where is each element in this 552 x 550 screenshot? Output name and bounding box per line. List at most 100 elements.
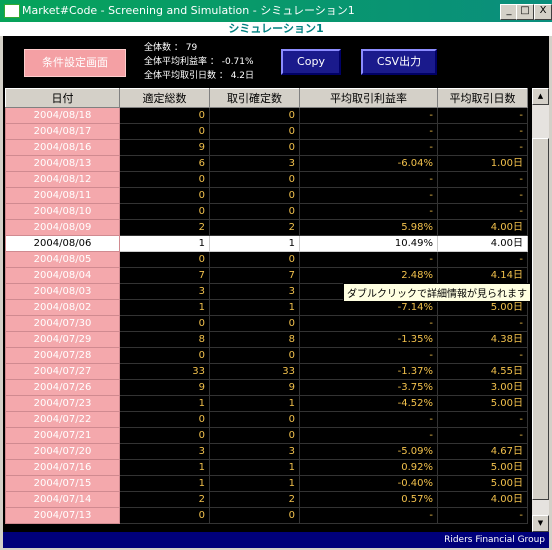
value-cell[interactable]: 1 bbox=[119, 395, 210, 412]
column-header[interactable]: 適定総数 bbox=[119, 88, 210, 108]
value-cell[interactable]: - bbox=[299, 251, 438, 268]
date-cell[interactable]: 2004/07/14 bbox=[5, 491, 120, 508]
title-bar[interactable]: Market#Code - Screening and Simulation -… bbox=[0, 0, 552, 22]
value-cell[interactable]: - bbox=[437, 347, 528, 364]
date-cell[interactable]: 2004/07/29 bbox=[5, 331, 120, 348]
value-cell[interactable]: 0 bbox=[119, 203, 210, 220]
value-cell[interactable]: 0 bbox=[209, 315, 300, 332]
table-row[interactable]: 2004/07/16 1 1 0.92% 5.00日 bbox=[5, 459, 528, 476]
value-cell[interactable]: 5.00日 bbox=[437, 459, 528, 476]
value-cell[interactable]: 0 bbox=[119, 411, 210, 428]
value-cell[interactable]: - bbox=[299, 315, 438, 332]
value-cell[interactable]: 3 bbox=[209, 155, 300, 172]
value-cell[interactable]: 4.00日 bbox=[437, 491, 528, 508]
value-cell[interactable]: - bbox=[299, 507, 438, 524]
value-cell[interactable]: 8 bbox=[119, 331, 210, 348]
copy-button[interactable]: Copy bbox=[281, 49, 341, 75]
column-header[interactable]: 日付 bbox=[5, 88, 120, 108]
value-cell[interactable]: - bbox=[299, 139, 438, 156]
value-cell[interactable]: 0 bbox=[209, 347, 300, 364]
value-cell[interactable]: 0 bbox=[209, 139, 300, 156]
table-row[interactable]: 2004/07/26 9 9 -3.75% 3.00日 bbox=[5, 379, 528, 396]
value-cell[interactable]: 0 bbox=[209, 203, 300, 220]
value-cell[interactable]: 0 bbox=[209, 107, 300, 124]
date-cell[interactable]: 2004/08/05 bbox=[5, 251, 120, 268]
table-row[interactable]: 2004/08/10 0 0- - bbox=[5, 203, 528, 220]
date-cell[interactable]: 2004/08/10 bbox=[5, 203, 120, 220]
table-row[interactable]: 2004/07/22 0 0- - bbox=[5, 411, 528, 428]
date-cell[interactable]: 2004/07/27 bbox=[5, 363, 120, 380]
table-row[interactable]: 2004/07/15 1 1 -0.40% 5.00日 bbox=[5, 475, 528, 492]
value-cell[interactable]: -1.37% bbox=[299, 363, 438, 380]
table-row[interactable]: 2004/08/05 0 0- - bbox=[5, 251, 528, 268]
value-cell[interactable]: -3.75% bbox=[299, 379, 438, 396]
value-cell[interactable]: 0 bbox=[119, 187, 210, 204]
date-cell[interactable]: 2004/07/15 bbox=[5, 475, 120, 492]
date-cell[interactable]: 2004/08/13 bbox=[5, 155, 120, 172]
date-cell[interactable]: 2004/07/23 bbox=[5, 395, 120, 412]
date-cell[interactable]: 2004/08/02 bbox=[5, 299, 120, 316]
value-cell[interactable]: 1 bbox=[209, 299, 300, 316]
value-cell[interactable]: 0 bbox=[209, 411, 300, 428]
value-cell[interactable]: 4.67日 bbox=[437, 443, 528, 460]
value-cell[interactable]: 0.92% bbox=[299, 459, 438, 476]
value-cell[interactable]: 2.48% bbox=[299, 267, 438, 284]
csv-export-button[interactable]: CSV出力 bbox=[361, 49, 437, 75]
value-cell[interactable]: 0 bbox=[119, 315, 210, 332]
table-row[interactable]: 2004/08/17 0 0- - bbox=[5, 123, 528, 140]
date-cell[interactable]: 2004/07/21 bbox=[5, 427, 120, 444]
value-cell[interactable]: - bbox=[437, 427, 528, 444]
close-button[interactable]: X bbox=[534, 4, 552, 20]
date-cell[interactable]: 2004/07/26 bbox=[5, 379, 120, 396]
value-cell[interactable]: 0 bbox=[119, 107, 210, 124]
value-cell[interactable]: - bbox=[437, 203, 528, 220]
value-cell[interactable]: 1 bbox=[209, 459, 300, 476]
value-cell[interactable]: 3.00日 bbox=[437, 379, 528, 396]
date-cell[interactable]: 2004/08/18 bbox=[5, 107, 120, 124]
date-cell[interactable]: 2004/08/04 bbox=[5, 267, 120, 284]
vertical-scrollbar[interactable]: ▲ ▼ bbox=[532, 88, 549, 532]
column-header[interactable]: 平均取引利益率 bbox=[299, 88, 438, 108]
value-cell[interactable]: 2 bbox=[209, 491, 300, 508]
scroll-up-button[interactable]: ▲ bbox=[532, 88, 549, 105]
table-row[interactable]: 2004/08/16 9 0- - bbox=[5, 139, 528, 156]
maximize-button[interactable]: □ bbox=[516, 4, 534, 20]
value-cell[interactable]: - bbox=[299, 411, 438, 428]
date-cell[interactable]: 2004/07/13 bbox=[5, 507, 120, 524]
value-cell[interactable]: 4.38日 bbox=[437, 331, 528, 348]
table-row[interactable]: 2004/07/29 8 8 -1.35% 4.38日 bbox=[5, 331, 528, 348]
value-cell[interactable]: 0 bbox=[209, 507, 300, 524]
value-cell[interactable]: 0.57% bbox=[299, 491, 438, 508]
value-cell[interactable]: - bbox=[437, 107, 528, 124]
value-cell[interactable]: - bbox=[299, 187, 438, 204]
value-cell[interactable]: - bbox=[437, 187, 528, 204]
value-cell[interactable]: 1 bbox=[119, 459, 210, 476]
table-row[interactable]: 2004/08/13 6 3 -6.04% 1.00日 bbox=[5, 155, 528, 172]
table-row[interactable]: 2004/08/09 2 2 5.98% 4.00日 bbox=[5, 219, 528, 236]
value-cell[interactable]: 5.00日 bbox=[437, 395, 528, 412]
value-cell[interactable]: 0 bbox=[119, 171, 210, 188]
table-row[interactable]: 2004/07/23 1 1 -4.52% 5.00日 bbox=[5, 395, 528, 412]
date-cell[interactable]: 2004/08/06 bbox=[5, 235, 120, 252]
value-cell[interactable]: 3 bbox=[119, 283, 210, 300]
value-cell[interactable]: - bbox=[437, 139, 528, 156]
scroll-thumb[interactable] bbox=[532, 138, 549, 500]
value-cell[interactable]: 1.00日 bbox=[437, 155, 528, 172]
value-cell[interactable]: 33 bbox=[209, 363, 300, 380]
value-cell[interactable]: 1 bbox=[119, 475, 210, 492]
value-cell[interactable]: 1 bbox=[209, 475, 300, 492]
value-cell[interactable]: 0 bbox=[119, 347, 210, 364]
value-cell[interactable]: 7 bbox=[119, 267, 210, 284]
value-cell[interactable]: 9 bbox=[119, 139, 210, 156]
value-cell[interactable]: - bbox=[437, 411, 528, 428]
value-cell[interactable]: 3 bbox=[209, 283, 300, 300]
value-cell[interactable]: 9 bbox=[209, 379, 300, 396]
value-cell[interactable]: - bbox=[299, 171, 438, 188]
value-cell[interactable]: 9 bbox=[119, 379, 210, 396]
value-cell[interactable]: - bbox=[299, 427, 438, 444]
date-cell[interactable]: 2004/07/28 bbox=[5, 347, 120, 364]
conditions-button[interactable]: 条件設定画面 bbox=[24, 49, 126, 77]
value-cell[interactable]: 10.49% bbox=[299, 235, 438, 252]
value-cell[interactable]: - bbox=[437, 123, 528, 140]
value-cell[interactable]: 0 bbox=[209, 171, 300, 188]
